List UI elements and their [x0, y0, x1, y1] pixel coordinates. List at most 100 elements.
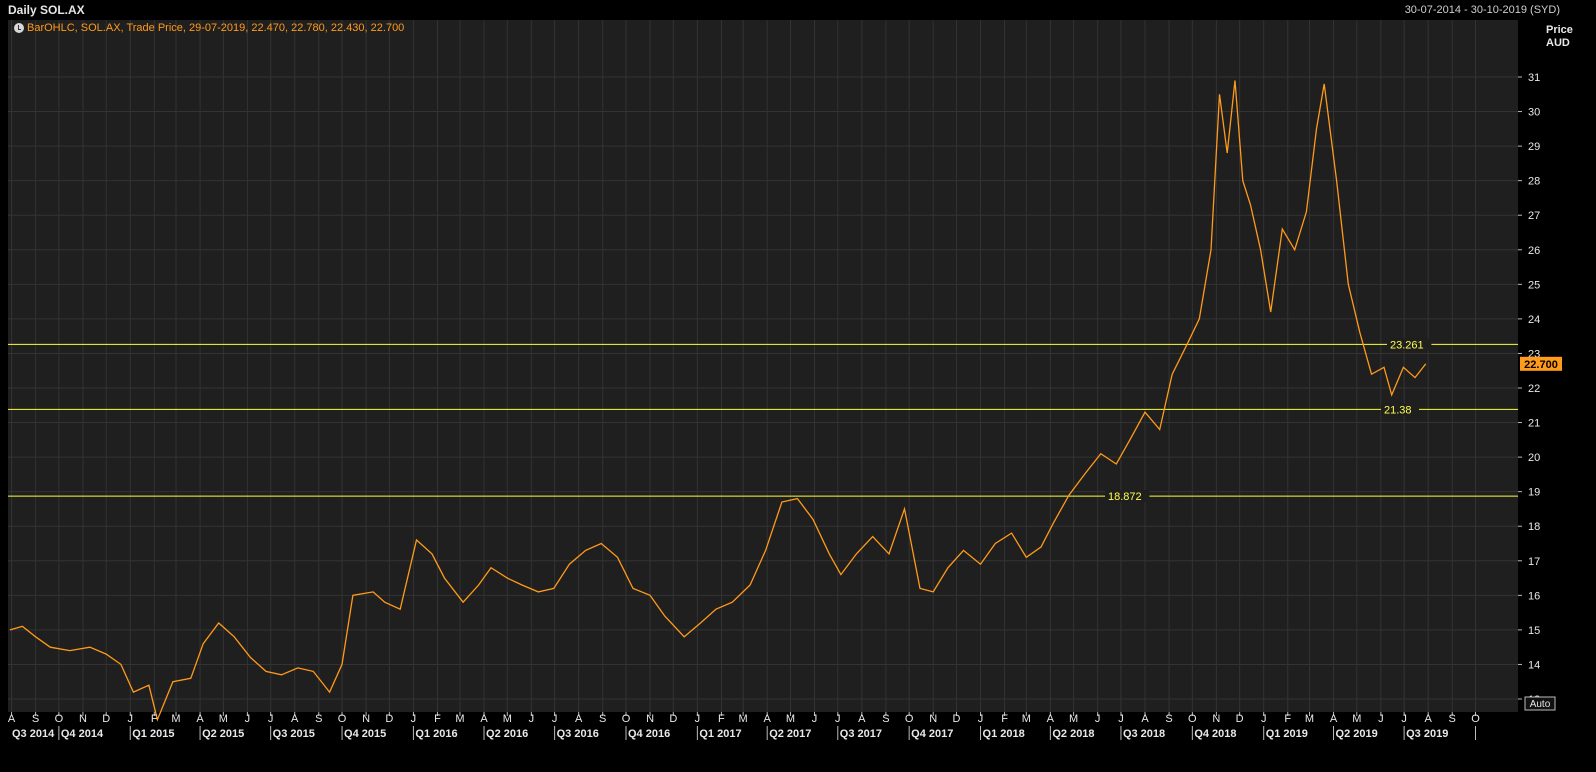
x-month-label: A — [1141, 713, 1149, 725]
y-tick-label: 31 — [1528, 72, 1540, 84]
x-month-label: J — [411, 713, 417, 725]
x-quarter-label: Q2 2018 — [1052, 728, 1094, 740]
x-month-label: F — [151, 713, 158, 725]
x-month-label: O — [55, 713, 64, 725]
x-month-label: S — [599, 713, 606, 725]
x-month-label: S — [32, 713, 39, 725]
x-month-label: N — [362, 713, 370, 725]
x-month-label: J — [268, 713, 274, 725]
x-month-label: A — [575, 713, 583, 725]
x-month-label: D — [669, 713, 677, 725]
x-month-label: M — [1352, 713, 1361, 725]
clock-icon[interactable] — [14, 23, 24, 33]
y-tick-label: 17 — [1528, 556, 1540, 568]
y-tick-label: 22 — [1528, 383, 1540, 395]
legend: BarOHLC, SOL.AX, Trade Price, 29-07-2019… — [14, 22, 404, 34]
x-month-label: D — [385, 713, 393, 725]
y-tick-label: 27 — [1528, 210, 1540, 222]
y-tick-label: 14 — [1528, 659, 1540, 671]
x-month-label: J — [978, 713, 984, 725]
x-quarter-label: Q3 2016 — [557, 728, 599, 740]
x-month-label: J — [552, 713, 558, 725]
x-quarter-label: Q3 2015 — [273, 728, 315, 740]
x-quarter-label: Q1 2016 — [415, 728, 457, 740]
x-quarter-label: Q3 2019 — [1406, 728, 1448, 740]
y-tick-label: 15 — [1528, 625, 1540, 637]
x-month-label: J — [1401, 713, 1407, 725]
x-month-label: M — [1305, 713, 1314, 725]
x-month-label: F — [1284, 713, 1291, 725]
x-month-label: N — [79, 713, 87, 725]
plot-area — [8, 20, 1518, 712]
x-month-label: M — [455, 713, 464, 725]
x-month-label: M — [1022, 713, 1031, 725]
x-quarter-label: Q2 2016 — [486, 728, 528, 740]
x-month-label: S — [882, 713, 889, 725]
x-quarter-label: Q2 2019 — [1336, 728, 1378, 740]
x-month-label: A — [764, 713, 772, 725]
x-quarter-label: Q1 2018 — [983, 728, 1025, 740]
x-quarter-label: Q1 2019 — [1266, 728, 1308, 740]
x-quarter-label: Q1 2015 — [132, 728, 174, 740]
y-axis-title-line2: AUD — [1546, 37, 1570, 49]
x-month-label: O — [338, 713, 347, 725]
x-month-label: D — [102, 713, 110, 725]
y-tick-label: 25 — [1528, 279, 1540, 291]
x-quarter-label: Q4 2014 — [61, 728, 104, 740]
x-month-label: A — [8, 713, 16, 725]
y-tick-label: 21 — [1528, 418, 1540, 430]
y-tick-label: 28 — [1528, 176, 1540, 188]
y-axis-title-line1: Price — [1546, 24, 1573, 36]
x-month-label: O — [1471, 713, 1480, 725]
x-quarter-label: Q3 2017 — [840, 728, 882, 740]
x-month-label: S — [1449, 713, 1456, 725]
horizontal-line-label: 18.872 — [1108, 491, 1142, 503]
y-tick-label: 19 — [1528, 487, 1540, 499]
y-tick-label: 20 — [1528, 452, 1540, 464]
x-month-label: J — [245, 713, 251, 725]
x-quarter-label: Q4 2016 — [628, 728, 670, 740]
x-month-label: J — [1118, 713, 1124, 725]
x-month-label: A — [196, 713, 204, 725]
x-month-label: S — [1165, 713, 1172, 725]
x-month-label: D — [953, 713, 961, 725]
x-axis-months: ASONDJFMAMJJASONDJFMAMJJASONDJFMAMJJASON… — [8, 712, 1480, 725]
x-month-label: D — [1236, 713, 1244, 725]
price-chart[interactable]: 23.26121.3818.872 1314151617181920212223… — [0, 0, 1596, 772]
x-month-label: J — [695, 713, 701, 725]
x-month-label: M — [1069, 713, 1078, 725]
auto-button[interactable]: Auto — [1524, 696, 1556, 711]
last-price-label: 22.700 — [1524, 359, 1558, 371]
last-price-marker: 22.700 — [1520, 356, 1562, 371]
x-quarter-label: Q4 2018 — [1194, 728, 1236, 740]
x-month-label: N — [929, 713, 937, 725]
x-month-label: F — [1001, 713, 1008, 725]
auto-button-label: Auto — [1530, 699, 1551, 710]
x-quarter-label: Q3 2014 — [12, 728, 55, 740]
x-quarter-label: Q2 2017 — [769, 728, 811, 740]
x-month-label: M — [503, 713, 512, 725]
x-month-label: M — [171, 713, 180, 725]
y-tick-label: 16 — [1528, 590, 1540, 602]
x-quarter-label: Q2 2015 — [202, 728, 244, 740]
x-month-label: M — [219, 713, 228, 725]
x-month-label: O — [1188, 713, 1197, 725]
x-month-label: O — [905, 713, 914, 725]
y-tick-label: 30 — [1528, 107, 1540, 119]
x-month-label: N — [646, 713, 654, 725]
legend-text: BarOHLC, SOL.AX, Trade Price, 29-07-2019… — [27, 22, 405, 34]
x-month-label: M — [786, 713, 795, 725]
x-month-label: N — [1212, 713, 1220, 725]
x-axis-quarters: Q3 2014 Q4 2014 Q1 2015 Q2 2015 Q3 2015 Q4 20… — [12, 726, 1477, 740]
y-tick-label: 26 — [1528, 245, 1540, 257]
x-month-label: O — [622, 713, 631, 725]
x-quarter-label: Q4 2017 — [911, 728, 953, 740]
horizontal-line-label: 21.38 — [1384, 404, 1412, 416]
x-quarter-label: Q3 2018 — [1123, 728, 1165, 740]
horizontal-line-label: 23.261 — [1390, 339, 1424, 351]
x-quarter-label: Q1 2017 — [699, 728, 741, 740]
x-month-label: J — [835, 713, 841, 725]
x-month-label: A — [858, 713, 866, 725]
x-month-label: J — [529, 713, 535, 725]
x-month-label: S — [315, 713, 322, 725]
